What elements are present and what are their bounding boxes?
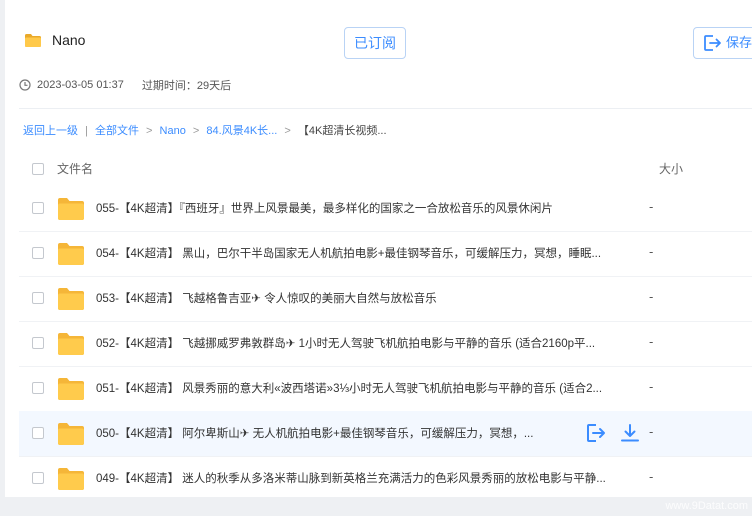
- breadcrumb-arrow: >: [192, 125, 200, 137]
- select-all-checkbox[interactable]: [32, 163, 44, 175]
- folder-icon: [58, 468, 84, 490]
- table-row[interactable]: 050-【4K超清】 阿尔卑斯山✈ 无人机航拍电影+最佳钢琴音乐，可缓解压力，冥…: [19, 411, 752, 457]
- breadcrumb-all-files[interactable]: 全部文件: [95, 125, 139, 137]
- expire-time: 过期时间：29天后: [141, 80, 232, 92]
- save-button-label: 保存: [726, 35, 752, 50]
- row-checkbox[interactable]: [32, 292, 44, 304]
- table-row[interactable]: 054-【4K超清】 黑山，巴尔干半岛国家无人机航拍电影+最佳钢琴音乐，可缓解压…: [19, 231, 752, 277]
- file-name[interactable]: 050-【4K超清】 阿尔卑斯山✈ 无人机航拍电影+最佳钢琴音乐，可缓解压力，冥…: [96, 425, 533, 441]
- breadcrumb-arrow: >: [146, 125, 153, 137]
- folder-icon: [25, 34, 41, 47]
- row-checkbox[interactable]: [32, 337, 44, 349]
- row-actions: [585, 422, 641, 444]
- download-icon: [621, 424, 639, 442]
- row-checkbox[interactable]: [32, 247, 44, 259]
- table-row[interactable]: 053-【4K超清】 飞越格鲁吉亚✈ 令人惊叹的美丽大自然与放松音乐 -: [19, 276, 752, 322]
- clock-icon: [19, 79, 31, 91]
- file-size: -: [649, 425, 654, 439]
- row-save-button[interactable]: [585, 422, 607, 444]
- breadcrumb-nano[interactable]: Nano: [160, 125, 186, 137]
- column-name-header[interactable]: 文件名: [57, 160, 93, 177]
- share-date: 2023-03-05 01:37: [37, 79, 124, 91]
- table-row[interactable]: 049-【4K超清】 迷人的秋季从多洛米蒂山脉到新英格兰充满活力的色彩风景秀丽的…: [19, 456, 752, 497]
- file-name[interactable]: 054-【4K超清】 黑山，巴尔干半岛国家无人机航拍电影+最佳钢琴音乐，可缓解压…: [96, 245, 601, 261]
- subscribed-button[interactable]: 已订阅: [344, 27, 406, 59]
- save-button[interactable]: 保存: [693, 27, 752, 59]
- row-checkbox[interactable]: [32, 472, 44, 484]
- file-name[interactable]: 049-【4K超清】 迷人的秋季从多洛米蒂山脉到新英格兰充满活力的色彩风景秀丽的…: [96, 470, 606, 486]
- file-name[interactable]: 052-【4K超清】 飞越挪威罗弗敦群岛✈ 1小时无人驾驶飞机航拍电影与平静的音…: [96, 335, 595, 351]
- share-panel: Nano 已订阅 保存 2023-03-05 01:37 过期时间：29天后 返…: [5, 0, 752, 497]
- breadcrumb: 返回上一级 | 全部文件 > Nano > 84.风景4K长... > 【4K超…: [23, 122, 387, 138]
- file-name[interactable]: 051-【4K超清】 风景秀丽的意大利«波西塔诺»3⅓小时无人驾驶飞机航拍电影与…: [96, 380, 602, 396]
- watermark: www.9Datat.com: [665, 500, 748, 512]
- row-checkbox[interactable]: [32, 202, 44, 214]
- breadcrumb-folder-84[interactable]: 84.风景4K长...: [206, 125, 277, 137]
- save-icon: [704, 35, 721, 51]
- table-header: 文件名 大小: [19, 154, 752, 182]
- breadcrumb-current: 【4K超清长视频...: [297, 125, 387, 137]
- file-size: -: [649, 245, 654, 259]
- table-row[interactable]: 055-【4K超清】『西班牙』世界上风景最美，最多样化的国家之一合放松音乐的风景…: [19, 186, 752, 232]
- file-size: -: [649, 470, 654, 484]
- row-checkbox[interactable]: [32, 382, 44, 394]
- folder-icon: [58, 378, 84, 400]
- breadcrumb-arrow: >: [284, 125, 291, 137]
- row-download-button[interactable]: [619, 422, 641, 444]
- folder-icon: [58, 333, 84, 355]
- save-icon: [587, 424, 605, 442]
- folder-icon: [58, 198, 84, 220]
- share-title: Nano: [52, 32, 86, 48]
- file-size: -: [649, 380, 654, 394]
- table-row[interactable]: 052-【4K超清】 飞越挪威罗弗敦群岛✈ 1小时无人驾驶飞机航拍电影与平静的音…: [19, 321, 752, 367]
- column-size-header[interactable]: 大小: [659, 160, 683, 177]
- breadcrumb-back-link[interactable]: 返回上一级: [23, 125, 78, 137]
- file-size: -: [649, 200, 654, 214]
- share-meta: 2023-03-05 01:37 过期时间：29天后: [19, 77, 231, 93]
- file-name[interactable]: 055-【4K超清】『西班牙』世界上风景最美，最多样化的国家之一合放松音乐的风景…: [96, 200, 553, 216]
- file-size: -: [649, 290, 654, 304]
- breadcrumb-separator: |: [85, 125, 88, 137]
- file-name[interactable]: 053-【4K超清】 飞越格鲁吉亚✈ 令人惊叹的美丽大自然与放松音乐: [96, 290, 437, 306]
- divider: [19, 108, 752, 109]
- row-checkbox[interactable]: [32, 427, 44, 439]
- file-size: -: [649, 335, 654, 349]
- table-row[interactable]: 051-【4K超清】 风景秀丽的意大利«波西塔诺»3⅓小时无人驾驶飞机航拍电影与…: [19, 366, 752, 412]
- folder-icon: [58, 288, 84, 310]
- folder-icon: [58, 423, 84, 445]
- folder-icon: [58, 243, 84, 265]
